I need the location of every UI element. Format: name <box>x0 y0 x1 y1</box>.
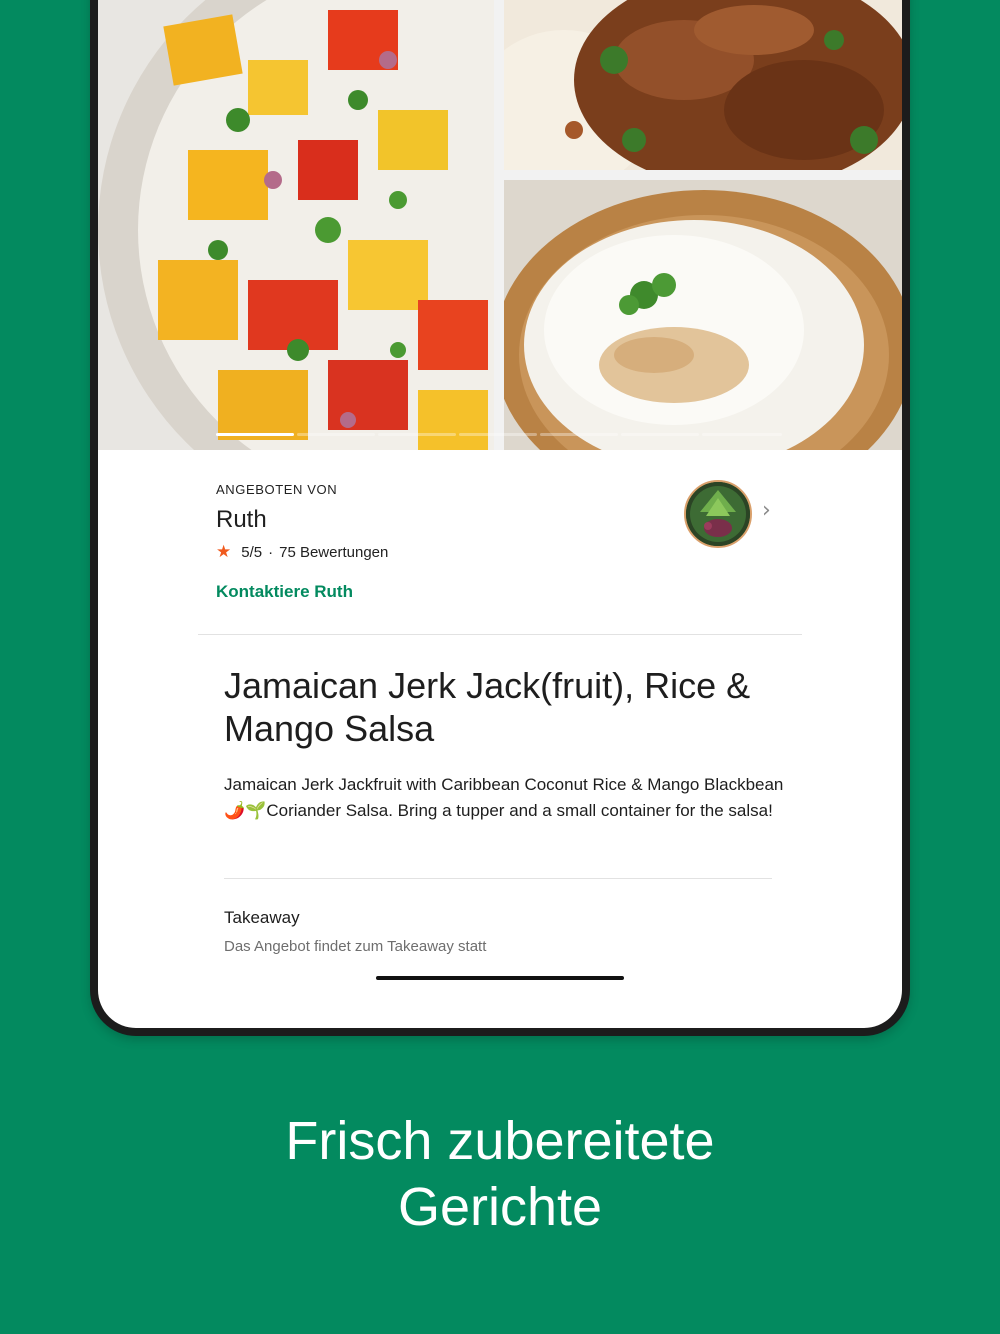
section-divider <box>198 634 802 635</box>
gallery-page-indicator <box>378 433 456 436</box>
gallery-page-indicator <box>216 433 294 436</box>
host-label: ANGEBOTEN VON <box>216 482 338 497</box>
host-avatar[interactable] <box>684 480 752 548</box>
promo-headline-line2: Gerichte <box>397 1177 603 1237</box>
host-rating: ★ 5/5 · 75 Bewertungen <box>216 542 388 562</box>
pickup-type-title: Takeaway <box>224 908 300 927</box>
mango-salsa-photo <box>98 0 494 450</box>
gallery-page-indicator <box>297 433 375 436</box>
jerk-jackfruit-photo <box>504 0 902 170</box>
chevron-right-icon[interactable]: › <box>762 498 771 523</box>
dish-title: Jamaican Jerk Jack(fruit), Rice & Mango … <box>224 665 751 749</box>
coconut-rice-photo <box>504 180 902 450</box>
host-section[interactable]: ANGEBOTEN VON Ruth ★ 5/5 · 75 Bewertunge… <box>98 450 902 634</box>
rating-value: 5/5 <box>241 543 263 561</box>
app-screen: ANGEBOTEN VON Ruth ★ 5/5 · 75 Bewertunge… <box>98 0 902 1028</box>
photo-gallery[interactable] <box>98 0 902 450</box>
home-indicator[interactable] <box>376 976 624 980</box>
promo-headline: Frisch zubereitete Gerichte <box>0 1108 1000 1240</box>
gallery-page-indicator <box>459 433 537 436</box>
star-icon: ★ <box>216 542 232 561</box>
pickup-type-subtitle: Das Angebot findet zum Takeaway statt <box>224 938 487 955</box>
review-count: 75 Bewertungen <box>279 543 389 561</box>
dish-description: Jamaican Jerk Jackfruit with Caribbean C… <box>224 775 784 820</box>
rating-separator: · <box>268 543 274 561</box>
host-name: Ruth <box>216 506 267 533</box>
gallery-page-indicator <box>702 433 782 436</box>
gallery-page-indicator <box>621 433 699 436</box>
contact-host-link[interactable]: Kontaktiere Ruth <box>216 582 353 602</box>
device-frame: ANGEBOTEN VON Ruth ★ 5/5 · 75 Bewertunge… <box>90 0 910 1036</box>
section-divider <box>224 878 772 879</box>
gallery-page-indicator <box>540 433 618 436</box>
promo-headline-line1: Frisch zubereitete <box>285 1111 715 1171</box>
